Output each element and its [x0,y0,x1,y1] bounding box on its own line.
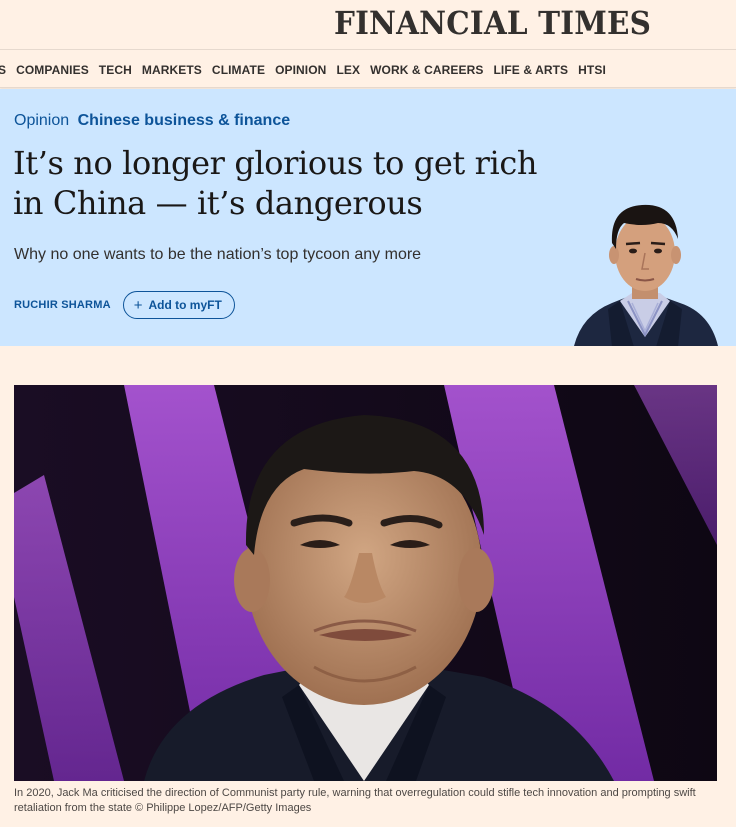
breadcrumb-opinion[interactable]: Opinion [14,112,69,129]
plus-icon: + [133,296,143,314]
article-headline: It’s no longer glorious to get rich in C… [13,144,538,222]
nav-item-tech[interactable]: TECH [94,63,137,77]
nav-item-opinion[interactable]: OPINION [270,63,331,77]
nav-item-htsi[interactable]: HTSI [573,63,611,77]
nav-item-s[interactable]: S [0,63,11,77]
ft-logo[interactable]: FINANCIAL TIMES [334,4,651,42]
nav-item-climate[interactable]: CLIMATE [207,63,270,77]
byline: RUCHIR SHARMA + Add to myFT [14,291,235,319]
breadcrumb: Opinion Chinese business & finance [14,112,290,130]
nav-item-lex[interactable]: LEX [331,63,365,77]
author-headshot [574,204,718,346]
breadcrumb-topic[interactable]: Chinese business & finance [78,112,291,129]
hero-photo [14,385,717,781]
image-caption: In 2020, Jack Ma criticised the directio… [14,787,696,814]
main-nav: SCOMPANIESTECHMARKETSCLIMATEOPINIONLEXWO… [0,51,736,88]
article-header: Opinion Chinese business & finance It’s … [0,89,736,346]
nav-item-work-careers[interactable]: WORK & CAREERS [365,63,488,77]
nav-item-markets[interactable]: MARKETS [137,63,207,77]
nav-item-companies[interactable]: COMPANIES [11,63,94,77]
hero-image [14,385,717,781]
nav-list: SCOMPANIESTECHMARKETSCLIMATEOPINIONLEXWO… [0,51,611,87]
author-link[interactable]: RUCHIR SHARMA [14,299,111,311]
add-to-myft-button[interactable]: + Add to myFT [122,291,235,319]
nav-item-life-arts[interactable]: LIFE & ARTS [488,63,573,77]
article-standfirst: Why no one wants to be the nation’s top … [14,246,422,263]
masthead: FINANCIAL TIMES [0,0,736,50]
add-to-myft-label: Add to myFT [148,298,222,312]
